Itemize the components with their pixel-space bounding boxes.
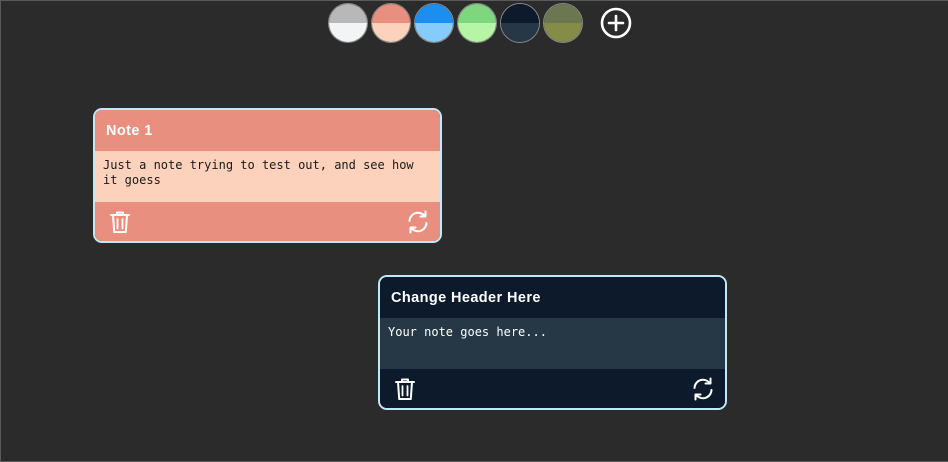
color-swatch-blue[interactable] — [414, 3, 454, 43]
note-card[interactable]: Change Header Here Your note goes here..… — [378, 275, 727, 410]
trash-icon — [110, 211, 130, 233]
color-palette — [328, 3, 632, 43]
color-swatch-gray[interactable] — [328, 3, 368, 43]
note-title[interactable]: Change Header Here — [380, 277, 725, 318]
refresh-icon — [408, 210, 428, 233]
refresh-icon — [693, 377, 713, 400]
plus-circle-icon — [600, 7, 632, 39]
cycle-color-button[interactable] — [406, 210, 430, 234]
note-footer — [95, 202, 440, 241]
color-swatch-navy[interactable] — [500, 3, 540, 43]
color-swatch-salmon[interactable] — [371, 3, 411, 43]
add-note-button[interactable] — [600, 7, 632, 39]
board: Note 1 Just a note trying to test out, a… — [0, 0, 948, 462]
note-body[interactable]: Your note goes here... — [380, 318, 725, 369]
delete-note-button[interactable] — [109, 210, 131, 234]
color-swatch-olive[interactable] — [543, 3, 583, 43]
color-swatch-green[interactable] — [457, 3, 497, 43]
delete-note-button[interactable] — [394, 377, 416, 401]
note-body[interactable]: Just a note trying to test out, and see … — [95, 151, 440, 202]
note-title[interactable]: Note 1 — [95, 110, 440, 151]
note-footer — [380, 369, 725, 408]
note-card[interactable]: Note 1 Just a note trying to test out, a… — [93, 108, 442, 243]
cycle-color-button[interactable] — [691, 377, 715, 401]
trash-icon — [395, 378, 415, 400]
